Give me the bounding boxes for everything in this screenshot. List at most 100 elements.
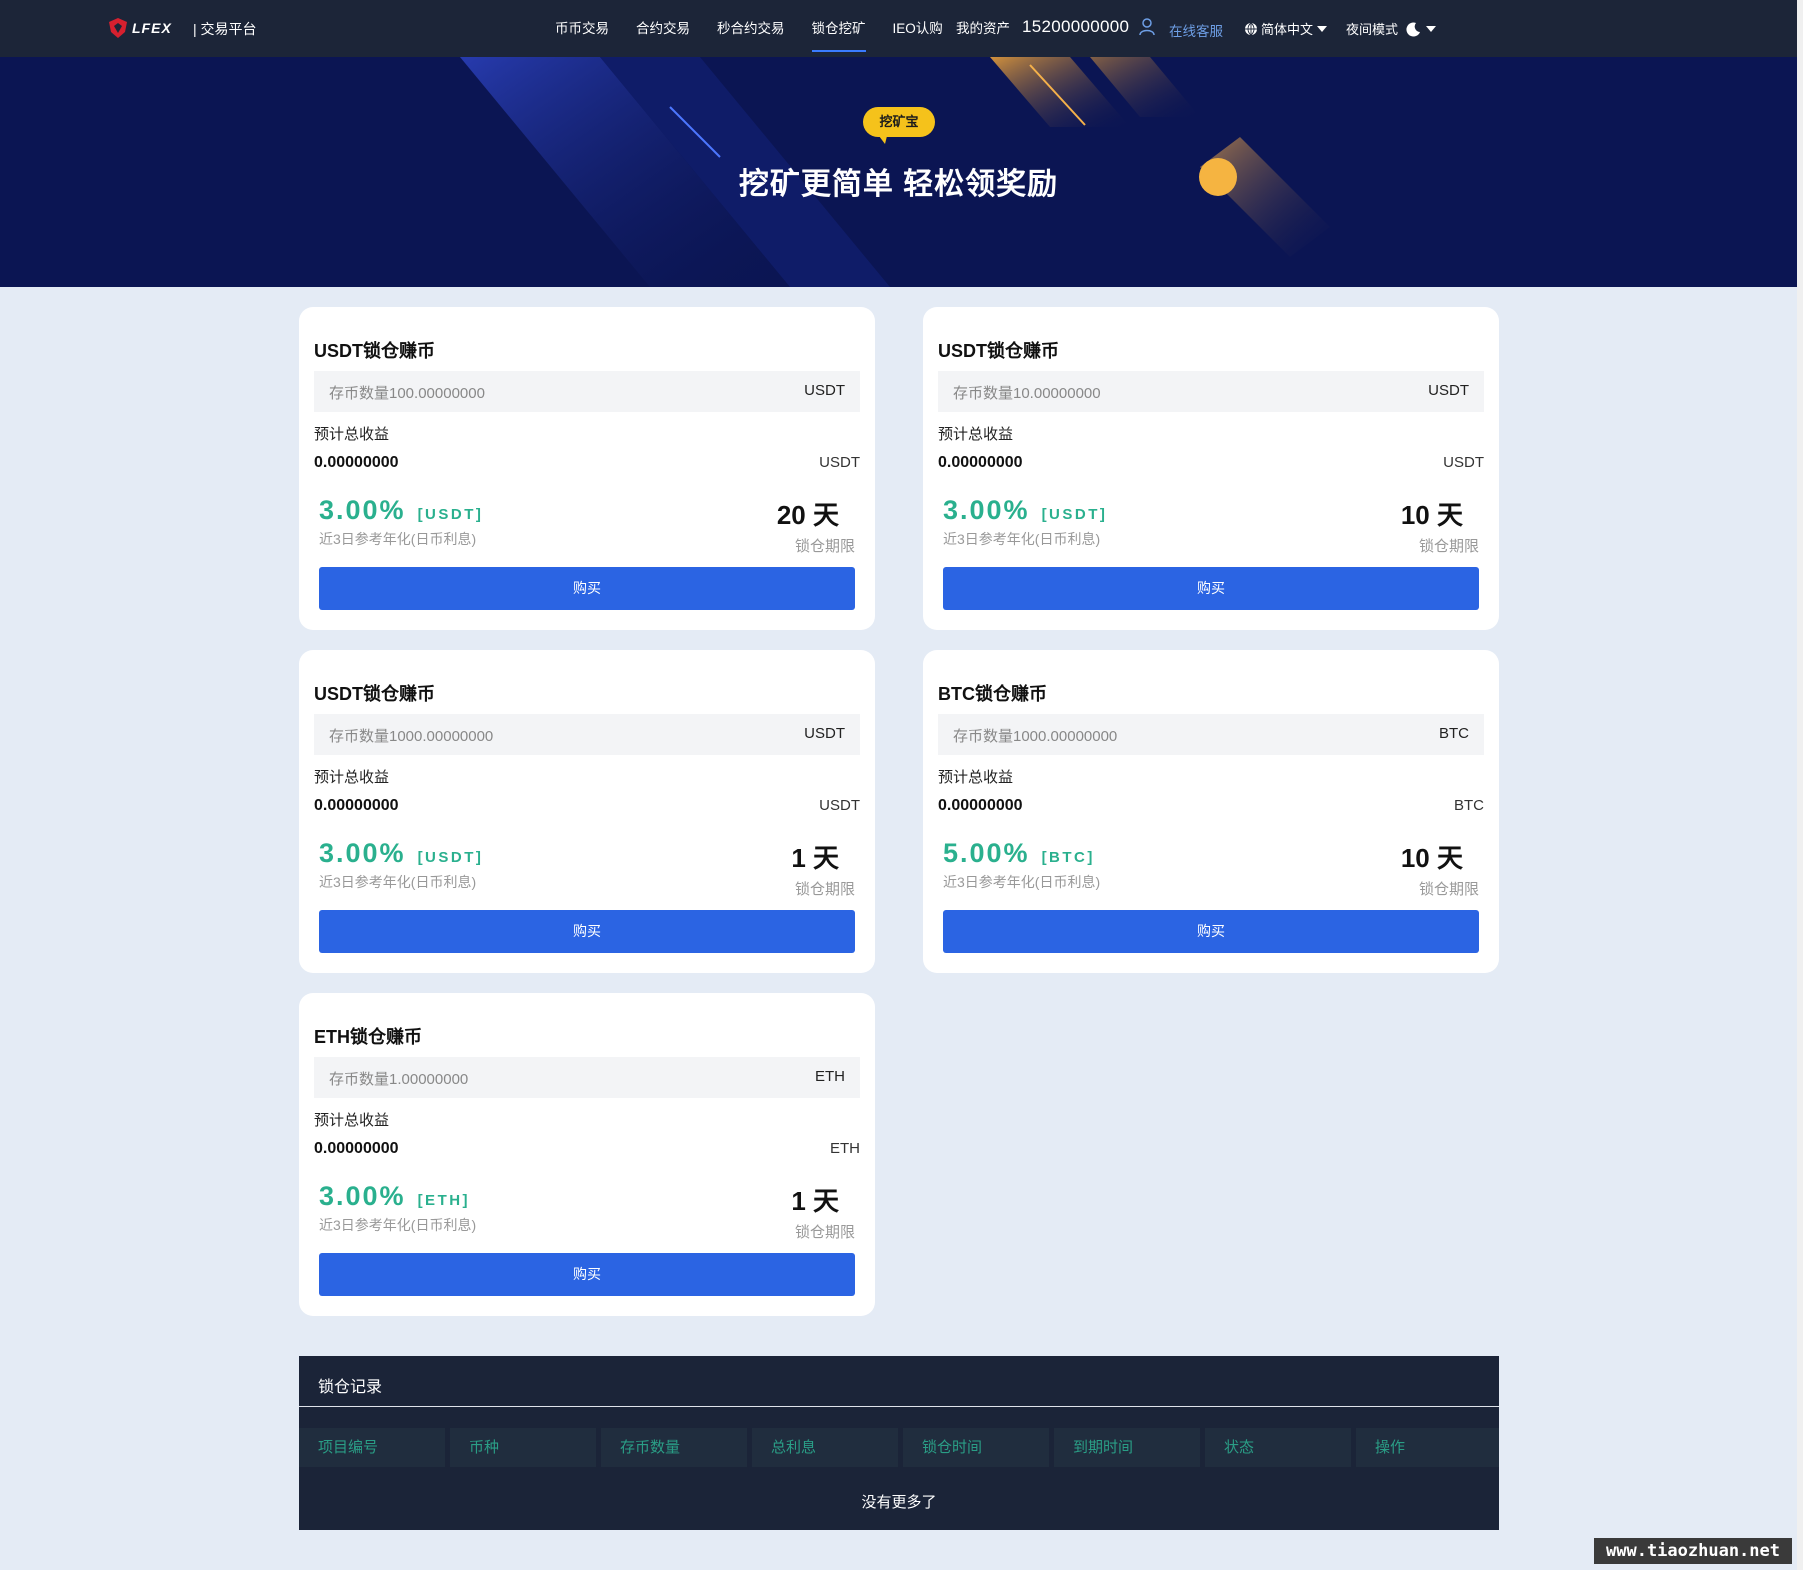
rate-note: 近3日参考年化(日币利息) (943, 531, 1101, 547)
records-table-header: 项目编号 币种 存币数量 总利息 锁仓时间 到期时间 状态 操作 (299, 1428, 1499, 1467)
chevron-down-icon (1317, 25, 1328, 32)
scrollbar-track[interactable] (1797, 0, 1803, 1570)
deposit-placeholder: 存币数量100.00000000 (329, 385, 485, 402)
rate-percent: 3.00% (319, 495, 406, 525)
buy-button[interactable]: 购买 (319, 910, 855, 953)
online-service-link[interactable]: 在线客服 (1169, 20, 1223, 40)
deposit-amount-input[interactable]: 存币数量100.00000000 USDT (314, 371, 860, 412)
records-title: 锁仓记录 (318, 1379, 383, 1396)
earnings-label: 预计总收益 (314, 1112, 390, 1129)
earnings-value: 0.00000000 (314, 797, 399, 814)
column-header: 到期时间 (1054, 1428, 1200, 1467)
logo[interactable]: LFEX (107, 16, 172, 40)
rate-currency: [USDT] (417, 849, 484, 866)
account-number[interactable]: 15200000000 (1022, 17, 1129, 37)
deposit-amount-input[interactable]: 存币数量1000.00000000 USDT (314, 714, 860, 755)
rate-currency: [USDT] (417, 506, 484, 523)
my-assets-link[interactable]: 我的资产 (956, 17, 1010, 37)
product-title: BTC锁仓赚币 (938, 684, 1047, 704)
chevron-down-icon (1426, 25, 1437, 32)
user-icon[interactable] (1139, 18, 1156, 36)
records-divider (299, 1406, 1499, 1407)
earnings-currency: BTC (1454, 797, 1484, 814)
rate-note: 近3日参考年化(日币利息) (319, 1217, 477, 1233)
earnings-value: 0.00000000 (938, 797, 1023, 814)
annual-rate: 3.00% [USDT] (319, 838, 483, 869)
earnings-label: 预计总收益 (314, 769, 390, 786)
night-mode-toggle[interactable]: 夜间模式 (1346, 19, 1437, 38)
nav-item-contract[interactable]: 合约交易 (636, 0, 690, 57)
lock-period-label: 锁仓期限 (1418, 538, 1479, 555)
column-header: 锁仓时间 (903, 1428, 1049, 1467)
earnings-currency: USDT (1443, 454, 1484, 471)
nav-item-second-contract[interactable]: 秒合约交易 (717, 0, 785, 57)
buy-button[interactable]: 购买 (943, 910, 1479, 953)
nav-item-ieo[interactable]: IEO认购 (893, 0, 943, 57)
lock-days: 20 天 (776, 500, 839, 530)
night-mode-label: 夜间模式 (1346, 22, 1399, 37)
lock-period-label: 锁仓期限 (794, 881, 855, 898)
deposit-amount-input[interactable]: 存币数量10.00000000 USDT (938, 371, 1484, 412)
annual-rate: 5.00% [BTC] (943, 838, 1095, 869)
records-empty-message: 没有更多了 (861, 1494, 937, 1511)
logo-text: LFEX (132, 20, 172, 36)
moon-icon (1406, 22, 1421, 37)
rate-percent: 3.00% (319, 838, 406, 868)
annual-rate: 3.00% [USDT] (319, 495, 483, 526)
deposit-placeholder: 存币数量10.00000000 (953, 385, 1101, 402)
shield-logo-icon (109, 18, 127, 38)
lock-days: 10 天 (1400, 843, 1463, 873)
earnings-currency: ETH (830, 1140, 860, 1157)
rate-note: 近3日参考年化(日币利息) (943, 874, 1101, 890)
product-card: USDT锁仓赚币 存币数量10.00000000 USDT 预计总收益 0.00… (923, 307, 1499, 630)
rate-percent: 3.00% (943, 495, 1030, 525)
lock-period-label: 锁仓期限 (1418, 881, 1479, 898)
earnings-label: 预计总收益 (314, 426, 390, 443)
earnings-value: 0.00000000 (314, 1140, 399, 1157)
product-title: USDT锁仓赚币 (314, 684, 435, 704)
annual-rate: 3.00% [ETH] (319, 1181, 470, 1212)
earnings-label: 预计总收益 (938, 769, 1014, 786)
deposit-amount-input[interactable]: 存币数量1.00000000 ETH (314, 1057, 860, 1098)
language-selector[interactable]: 简体中文 (1244, 19, 1328, 38)
lock-records-panel: 锁仓记录 项目编号 币种 存币数量 总利息 锁仓时间 到期时间 状态 操作 没有… (299, 1356, 1499, 1530)
column-header: 操作 (1356, 1428, 1499, 1467)
rate-percent: 3.00% (319, 1181, 406, 1211)
deposit-placeholder: 存币数量1000.00000000 (953, 728, 1118, 745)
watermark: www.tiaozhuan.net (1594, 1538, 1792, 1564)
rate-currency: [BTC] (1041, 849, 1095, 866)
product-card: USDT锁仓赚币 存币数量1000.00000000 USDT 预计总收益 0.… (299, 650, 875, 973)
annual-rate: 3.00% [USDT] (943, 495, 1107, 526)
mining-banner: 挖矿宝 挖矿更简单 轻松领奖励 (0, 57, 1797, 287)
product-card: USDT锁仓赚币 存币数量100.00000000 USDT 预计总收益 0.0… (299, 307, 875, 630)
globe-icon (1245, 22, 1257, 35)
lock-period-label: 锁仓期限 (794, 1224, 855, 1241)
deposit-currency: ETH (815, 1068, 845, 1085)
nav-item-spot[interactable]: 币币交易 (555, 0, 609, 57)
banner-title: 挖矿更简单 轻松领奖励 (738, 168, 1059, 201)
product-title: USDT锁仓赚币 (314, 341, 435, 361)
deposit-currency: USDT (804, 382, 845, 399)
nav-item-mining[interactable]: 锁仓挖矿 (811, 0, 866, 57)
buy-button[interactable]: 购买 (319, 1253, 855, 1296)
mining-badge: 挖矿宝 (863, 107, 935, 144)
column-header: 总利息 (752, 1428, 898, 1467)
buy-button[interactable]: 购买 (943, 567, 1479, 610)
column-header: 项目编号 (299, 1428, 445, 1467)
rate-note: 近3日参考年化(日币利息) (319, 531, 477, 547)
column-header: 状态 (1205, 1428, 1351, 1467)
rate-currency: [ETH] (417, 1192, 471, 1209)
earnings-currency: USDT (819, 797, 860, 814)
main-nav: 币币交易 合约交易 秒合约交易 锁仓挖矿 IEO认购 (555, 0, 970, 57)
buy-button[interactable]: 购买 (319, 567, 855, 610)
deposit-amount-input[interactable]: 存币数量1000.00000000 BTC (938, 714, 1484, 755)
top-navbar: LFEX | 交易平台 币币交易 合约交易 秒合约交易 锁仓挖矿 IEO认购 我… (0, 0, 1797, 57)
product-card: ETH锁仓赚币 存币数量1.00000000 ETH 预计总收益 0.00000… (299, 993, 875, 1316)
column-header: 存币数量 (601, 1428, 747, 1467)
earnings-label: 预计总收益 (938, 426, 1014, 443)
deposit-currency: BTC (1439, 725, 1469, 742)
lock-days: 1 天 (791, 1186, 839, 1216)
earnings-value: 0.00000000 (314, 454, 399, 471)
rate-currency: [USDT] (1041, 506, 1108, 523)
deposit-placeholder: 存币数量1.00000000 (329, 1071, 469, 1088)
